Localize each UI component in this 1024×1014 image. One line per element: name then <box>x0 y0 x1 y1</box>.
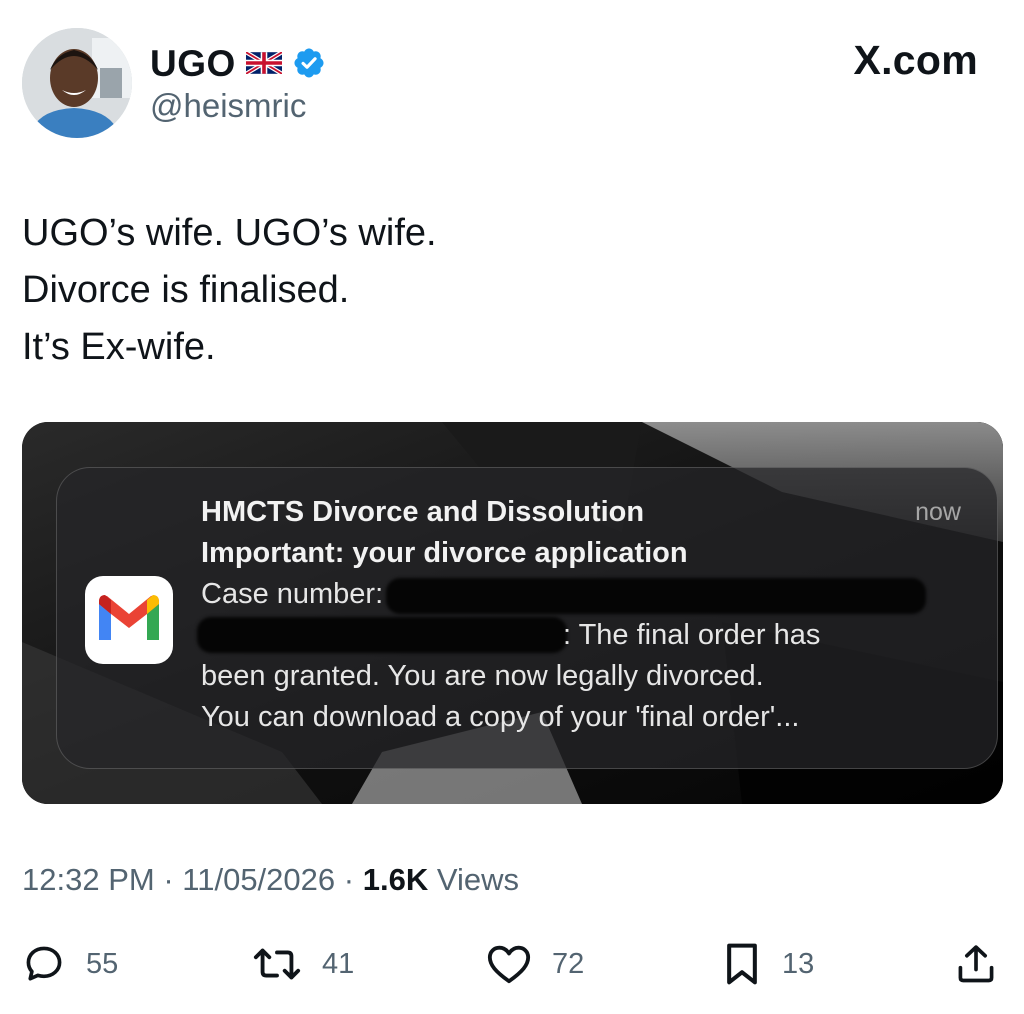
meta-separator: · <box>163 862 174 897</box>
bookmark-icon <box>727 943 757 985</box>
like-button[interactable]: 72 <box>486 940 584 988</box>
reply-button[interactable]: 55 <box>22 940 118 988</box>
case-number-label: Case number: <box>201 578 384 610</box>
share-button[interactable] <box>954 940 998 988</box>
repost-icon <box>253 948 301 980</box>
avatar[interactable] <box>22 28 132 138</box>
tweet-line: UGO’s wife. UGO’s wife. <box>22 212 437 254</box>
notification-subject: Important: your divorce application <box>201 537 688 569</box>
tweet-text: UGO’s wife. UGO’s wife. Divorce is final… <box>22 205 437 376</box>
notification-body-line: been granted. You are now legally divorc… <box>201 660 764 692</box>
reply-count: 55 <box>86 947 119 980</box>
share-icon <box>958 945 994 983</box>
action-bar: 55 41 72 13 <box>0 940 1024 988</box>
tweet-date[interactable]: 11/05/2026 <box>182 862 335 897</box>
notification-body-text: : The final order has <box>563 619 821 651</box>
notification-content: HMCTS Divorce and Dissolution Important:… <box>197 492 941 738</box>
notification-case-line: Case number: <box>201 574 941 615</box>
tweet-line: It’s Ex-wife. <box>22 326 216 368</box>
like-count: 72 <box>552 947 585 980</box>
tweet-media-image[interactable]: now HMCTS Divorce and Dissolution Import… <box>22 422 1003 804</box>
views-count: 1.6K <box>362 862 429 897</box>
notification-body-line: You can download a copy of your 'final o… <box>201 701 800 733</box>
meta-separator: · <box>343 862 355 897</box>
repost-button[interactable]: 41 <box>252 940 354 988</box>
uk-flag-icon <box>245 52 282 74</box>
views-label: Views <box>436 862 519 897</box>
notification-sender: HMCTS Divorce and Dissolution <box>201 496 645 528</box>
notification-body-line: : The final order has <box>197 615 941 656</box>
bookmark-button[interactable]: 13 <box>722 940 814 988</box>
repost-count: 41 <box>322 947 355 980</box>
redaction-bar <box>386 578 926 614</box>
avatar-photo <box>22 28 132 138</box>
site-logo: X.com <box>853 37 978 83</box>
tweet-line: Divorce is finalised. <box>22 269 350 311</box>
like-icon <box>487 945 531 984</box>
reply-icon <box>26 946 62 981</box>
tweet-meta: 12:32 PM · 11/05/2026 · 1.6K Views <box>22 862 519 898</box>
bookmark-count: 13 <box>782 947 815 980</box>
author-name-row: UGO <box>150 40 326 86</box>
display-name[interactable]: UGO <box>150 45 236 82</box>
author-handle[interactable]: @heismric <box>150 87 306 124</box>
gmail-icon <box>85 576 173 664</box>
tweet-time[interactable]: 12:32 PM <box>22 862 155 897</box>
redaction-bar <box>197 617 567 653</box>
gmail-notification[interactable]: now HMCTS Divorce and Dissolution Import… <box>56 467 998 769</box>
verified-badge-icon[interactable] <box>292 46 326 80</box>
